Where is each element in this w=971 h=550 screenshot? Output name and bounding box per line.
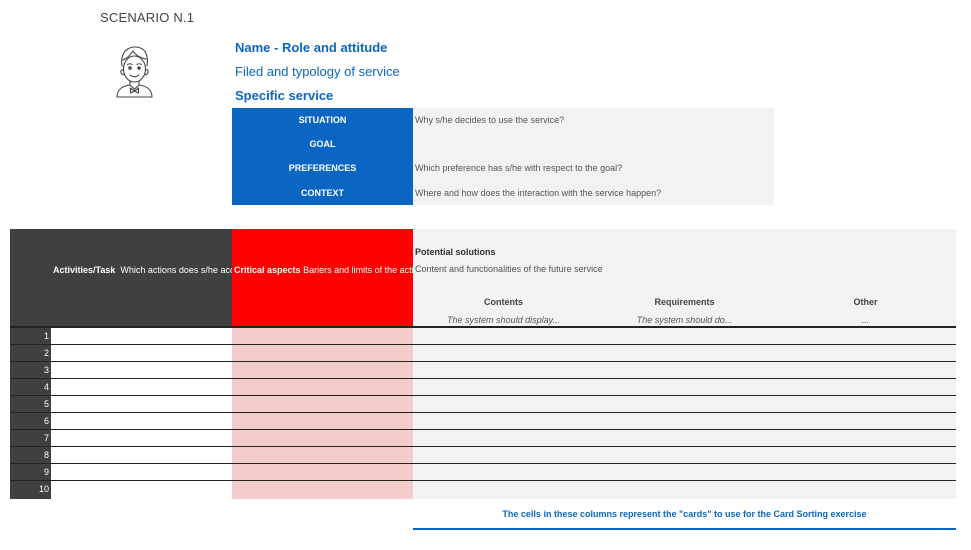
requirements-column-header: Requirements [654,297,715,307]
activity-cell[interactable] [51,464,232,481]
row-number: 1 [10,328,51,345]
row-number: 3 [10,362,51,379]
specific-service: Specific service [235,88,334,103]
activity-cell[interactable] [51,328,232,345]
table-row: 2 [10,345,956,362]
solution-cell[interactable] [413,328,956,345]
card-sorting-note: The cells in these columns represent the… [502,509,867,519]
critical-cell[interactable] [232,430,413,447]
row-number: 9 [10,464,51,481]
preferences-label: PREFERENCES [232,156,413,180]
solution-cell[interactable] [413,362,956,379]
requirements-column-hint: The system should do... [636,315,733,325]
scenario-label: SCENARIO N.1 [100,10,195,25]
critical-cell[interactable] [232,413,413,430]
row-number: 6 [10,413,51,430]
situation-label: SITUATION [232,108,413,132]
card-sorting-underline [413,528,956,530]
solution-cell[interactable] [413,481,956,499]
critical-cell[interactable] [232,447,413,464]
person-avatar-icon [114,44,154,100]
solutions-title: Potential solutions [415,247,496,257]
solution-cell[interactable] [413,396,956,413]
activity-cell[interactable] [51,447,232,464]
other-column-header: Other [853,297,878,307]
contents-column-header: Contents [484,297,523,307]
row-number: 10 [10,481,51,499]
table-row: 7 [10,430,956,447]
critical-desc: Bariers and limits of the actions [303,265,413,275]
row-number: 2 [10,345,51,362]
critical-title: Critical aspects [234,265,301,275]
critical-cell[interactable] [232,379,413,396]
critical-cell[interactable] [232,328,413,345]
table-row: 5 [10,396,956,413]
goal-value [413,132,774,156]
activity-cell[interactable] [51,430,232,447]
preferences-value: Which preference has s/he with respect t… [413,156,774,180]
row-number: 5 [10,396,51,413]
other-column-hint: ... [861,315,870,325]
solution-cell[interactable] [413,430,956,447]
critical-cell[interactable] [232,481,413,499]
table-row: 1 [10,328,956,345]
context-value: Where and how does the interaction with … [413,180,774,205]
table-row: 10 [10,481,956,499]
solution-cell[interactable] [413,345,956,362]
activity-cell[interactable] [51,481,232,499]
critical-header: Critical aspects Bariers and limits of t… [232,229,413,327]
activity-cell[interactable] [51,396,232,413]
solution-cell[interactable] [413,379,956,396]
table-row: 6 [10,413,956,430]
row-number: 8 [10,447,51,464]
row-number: 7 [10,430,51,447]
activities-title: Activities/Task [53,265,116,275]
solution-cell[interactable] [413,447,956,464]
contents-column-hint: The system should display... [447,315,560,325]
activity-cell[interactable] [51,379,232,396]
table-row: 3 [10,362,956,379]
solutions-desc: Content and functionalities of the futur… [415,264,603,274]
activity-cell[interactable] [51,362,232,379]
activity-cell[interactable] [51,413,232,430]
critical-cell[interactable] [232,362,413,379]
context-label: CONTEXT [232,180,413,205]
critical-cell[interactable] [232,345,413,362]
activity-cell[interactable] [51,345,232,362]
table-row: 8 [10,447,956,464]
goal-label: GOAL [232,132,413,156]
situation-value: Why s/he decides to use the service? [413,108,774,132]
persona-name: Name - Role and attitude [235,40,388,55]
solution-cell[interactable] [413,464,956,481]
table-row: 4 [10,379,956,396]
service-field: Filed and typology of service [235,64,400,79]
row-number: 4 [10,379,51,396]
solutions-header: Potential solutions Content and function… [413,229,956,327]
table-row: 9 [10,464,956,481]
activities-desc: Which actions does s/he accomplish? [120,265,232,275]
activities-header: Activities/Task Which actions does s/he … [10,229,232,327]
critical-cell[interactable] [232,396,413,413]
solution-cell[interactable] [413,413,956,430]
critical-cell[interactable] [232,464,413,481]
